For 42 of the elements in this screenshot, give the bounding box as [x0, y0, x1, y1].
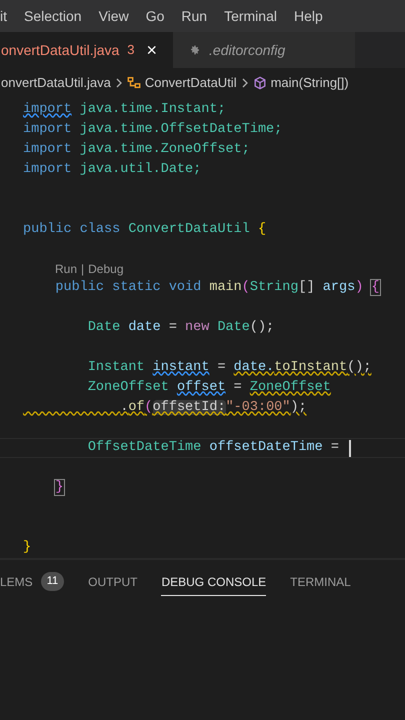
code-line: import java.time.OffsetDateTime; — [23, 120, 282, 139]
code-line: public static void main(String[] args) { — [54, 278, 380, 297]
error-count: 3 — [127, 41, 135, 60]
panel-tab[interactable]: TERMINAL — [290, 568, 351, 596]
code-line: import java.time.Instant; — [23, 100, 226, 119]
codelens-link[interactable]: Debug — [88, 260, 124, 278]
chevron-icon — [240, 78, 249, 88]
code-line: public class ConvertDataUtil { — [23, 220, 266, 239]
tab-label: onvertDataUtil.java — [1, 40, 120, 60]
code-line: } — [54, 478, 64, 497]
breadcrumb-item[interactable]: ConvertDataUtil — [144, 73, 237, 93]
close-button[interactable]: × — [146, 41, 158, 59]
panel-tab[interactable]: LEMS 11 — [0, 568, 64, 596]
count-badge: 11 — [40, 572, 64, 591]
menu-item[interactable]: Help — [294, 6, 323, 26]
menu-item[interactable]: Terminal — [224, 6, 277, 26]
breadcrumb-item[interactable]: onvertDataUtil.java — [1, 73, 111, 93]
class-icon — [126, 76, 141, 90]
separator: | — [81, 261, 84, 278]
codelens-link[interactable]: Run — [55, 260, 78, 278]
code-line: import java.util.Date; — [23, 160, 202, 179]
tab-label: .editorconfig — [209, 40, 286, 60]
menu-item[interactable]: it — [0, 6, 7, 26]
panel-tab[interactable]: OUTPUT — [88, 568, 138, 596]
editor-tab[interactable]: onvertDataUtil.java 3 × — [0, 32, 174, 68]
menu-item[interactable]: Selection — [24, 6, 82, 26]
breadcrumb-item[interactable]: main(String[]) — [270, 73, 349, 93]
code-line: } — [23, 538, 32, 557]
gear-icon — [189, 44, 202, 56]
menu-item[interactable]: Run — [181, 6, 208, 26]
panel-tab[interactable]: DEBUG CONSOLE — [161, 568, 266, 596]
editor-tab[interactable]: .editorconfig — [173, 32, 356, 68]
menu-item[interactable]: View — [98, 6, 129, 26]
code-line: .of(offsetId:"-03:00"); — [119, 398, 307, 417]
cube-icon — [252, 76, 267, 90]
code-line: OffsetDateTime offsetDateTime = — [86, 438, 340, 457]
code-line: ZoneOffset offset = ZoneOffset — [86, 378, 331, 397]
code-line: Instant instant = date.toInstant(); — [86, 358, 372, 377]
menu-item[interactable]: Go — [146, 6, 164, 26]
chevron-icon — [114, 78, 123, 88]
code-line: import java.time.ZoneOffset; — [23, 140, 250, 159]
code-line: Date date = new Date(); — [86, 318, 274, 337]
